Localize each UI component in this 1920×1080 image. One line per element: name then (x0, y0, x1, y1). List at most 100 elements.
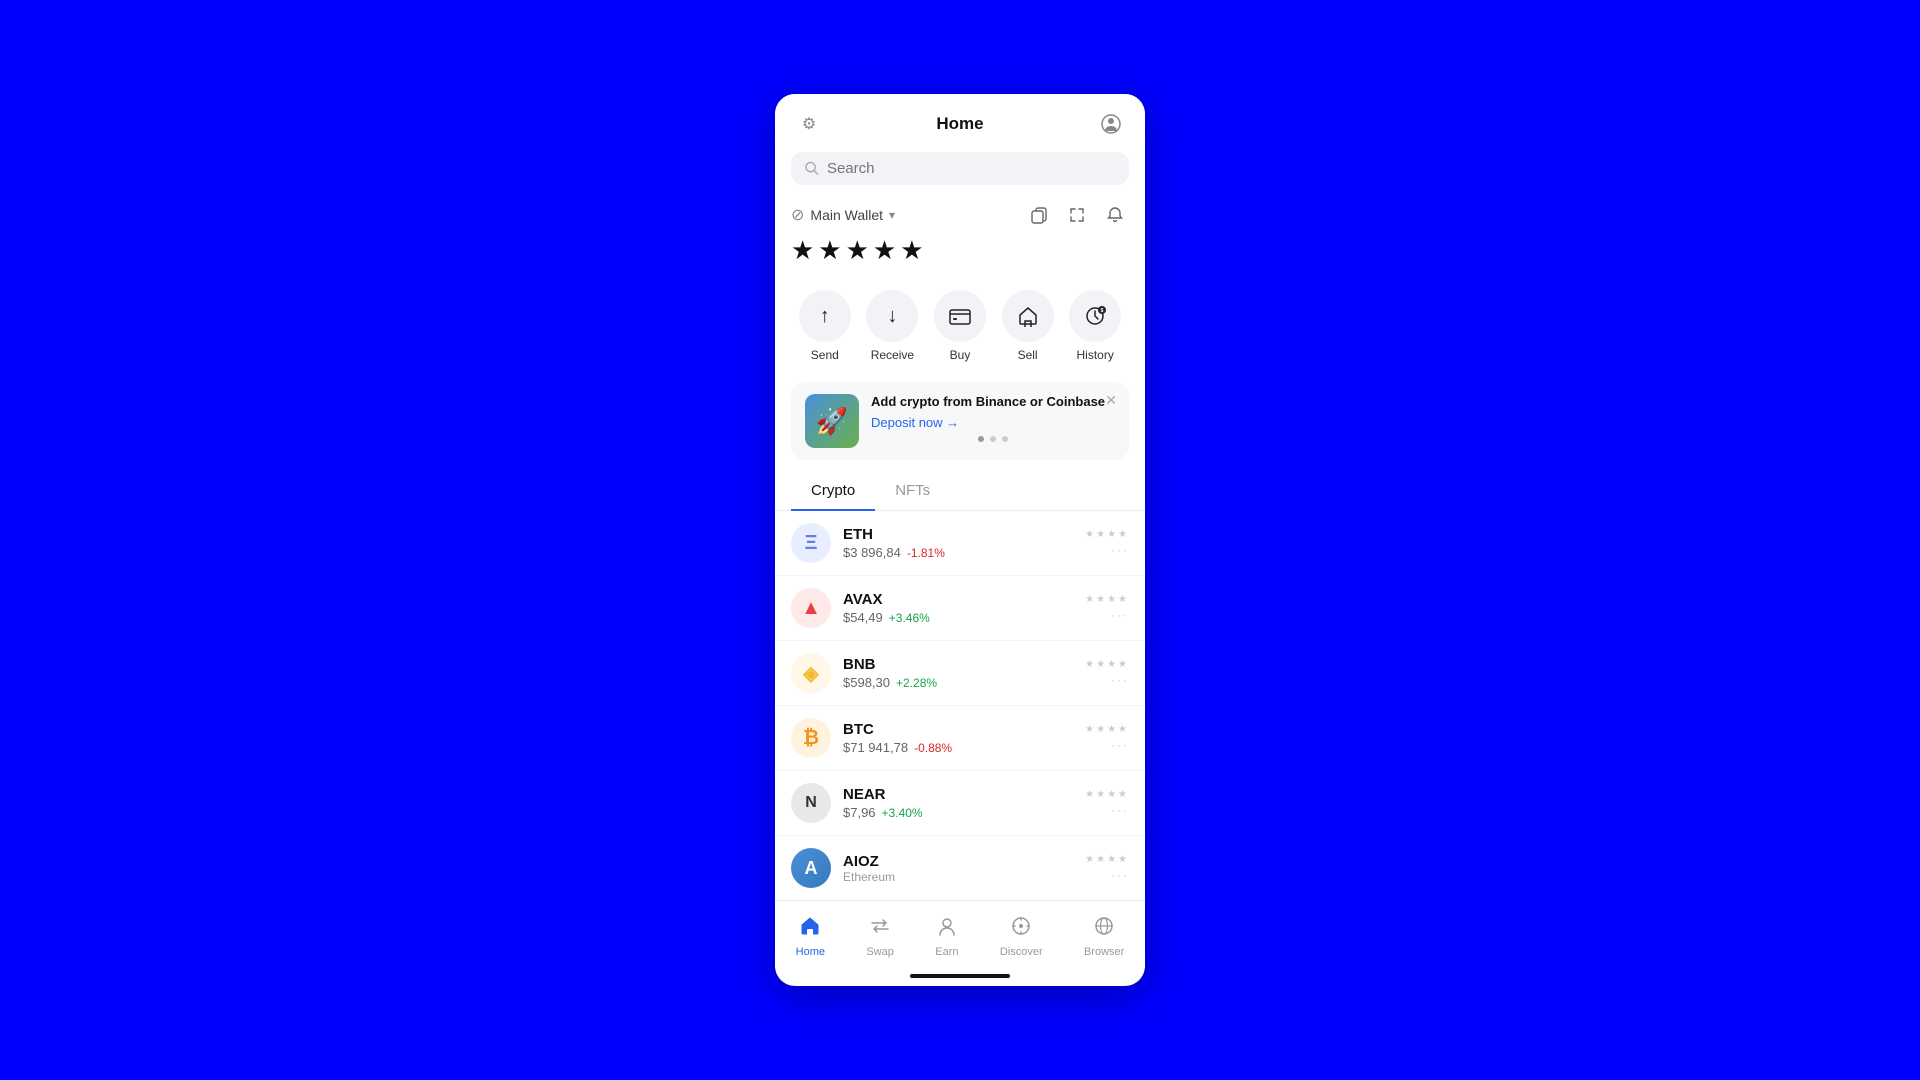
eth-price: $3 896,84 (843, 545, 901, 560)
bell-button[interactable] (1101, 201, 1129, 229)
close-banner-button[interactable]: ✕ (1105, 392, 1117, 409)
banner-title: Add crypto from Binance or Coinbase (871, 394, 1115, 411)
wallet-shield-icon: ⊘ (791, 205, 804, 225)
discover-icon (1010, 915, 1032, 943)
near-symbol: NEAR (843, 786, 1085, 803)
btc-avatar: ₿ (791, 718, 831, 758)
history-icon: $ (1069, 290, 1121, 342)
aioz-stars: ★★★★ (1085, 854, 1129, 865)
list-item[interactable]: N NEAR $7,96 +3.40% ★★★★ ··· (775, 771, 1145, 836)
list-item[interactable]: A AIOZ Ethereum ★★★★ ··· (775, 836, 1145, 900)
sell-icon (1002, 290, 1054, 342)
eth-symbol: ETH (843, 526, 1085, 543)
tab-nfts[interactable]: NFTs (875, 472, 950, 511)
bnb-dots: ··· (1111, 673, 1129, 687)
nav-home-label: Home (796, 946, 825, 958)
avax-stars: ★★★★ (1085, 594, 1129, 605)
avax-avatar: ▲ (791, 588, 831, 628)
eth-right: ★★★★ ··· (1085, 529, 1129, 557)
near-right: ★★★★ ··· (1085, 789, 1129, 817)
profile-button[interactable] (1097, 110, 1125, 138)
wallet-name: Main Wallet (810, 207, 883, 223)
page-title: Home (936, 114, 983, 134)
buy-action[interactable]: Buy (934, 290, 986, 362)
bnb-stars: ★★★★ (1085, 659, 1129, 670)
eth-change: -1.81% (907, 546, 945, 560)
send-action[interactable]: ↑ Send (799, 290, 851, 362)
banner-content: Add crypto from Binance or Coinbase Depo… (871, 394, 1115, 442)
dot-2 (990, 436, 996, 442)
btc-symbol: BTC (843, 721, 1085, 738)
buy-label: Buy (950, 348, 971, 362)
list-item[interactable]: ₿ BTC $71 941,78 -0.88% ★★★★ ··· (775, 706, 1145, 771)
near-change: +3.40% (882, 806, 923, 820)
svg-text:$: $ (1101, 308, 1104, 314)
nav-earn[interactable]: Earn (923, 911, 970, 962)
nav-swap-label: Swap (866, 946, 894, 958)
search-bar[interactable] (791, 152, 1129, 185)
wallet-selector[interactable]: ⊘ Main Wallet ▾ (791, 205, 895, 225)
dot-1 (978, 436, 984, 442)
avax-dots: ··· (1111, 608, 1129, 622)
banner-dots (871, 436, 1115, 442)
eth-price-row: $3 896,84 -1.81% (843, 545, 1085, 560)
bottom-navigation: Home Swap Earn (775, 900, 1145, 968)
aioz-info: AIOZ Ethereum (843, 853, 1085, 884)
send-icon: ↑ (799, 290, 851, 342)
bnb-price-row: $598,30 +2.28% (843, 675, 1085, 690)
bnb-info: BNB $598,30 +2.28% (843, 656, 1085, 690)
eth-info: ETH $3 896,84 -1.81% (843, 526, 1085, 560)
receive-icon: ↓ (866, 290, 918, 342)
btc-price: $71 941,78 (843, 740, 908, 755)
eth-avatar: Ξ (791, 523, 831, 563)
wallet-action-icons (1025, 201, 1129, 229)
btc-price-row: $71 941,78 -0.88% (843, 740, 1085, 755)
copy-wallet-button[interactable] (1025, 201, 1053, 229)
home-indicator (910, 974, 1010, 978)
search-input[interactable] (827, 160, 1115, 177)
nav-browser[interactable]: Browser (1072, 911, 1136, 962)
aioz-symbol: AIOZ (843, 853, 1085, 870)
btc-right: ★★★★ ··· (1085, 724, 1129, 752)
avax-price: $54,49 (843, 610, 883, 625)
actions-row: ↑ Send ↓ Receive Buy (775, 282, 1145, 378)
sell-label: Sell (1018, 348, 1038, 362)
near-avatar: N (791, 783, 831, 823)
nav-discover[interactable]: Discover (988, 911, 1055, 962)
history-action[interactable]: $ History (1069, 290, 1121, 362)
avax-change: +3.46% (889, 611, 930, 625)
list-item[interactable]: ▲ AVAX $54,49 +3.46% ★★★★ ··· (775, 576, 1145, 641)
eth-stars: ★★★★ (1085, 529, 1129, 540)
bnb-price: $598,30 (843, 675, 890, 690)
sell-action[interactable]: Sell (1002, 290, 1054, 362)
deposit-banner[interactable]: 🚀 Add crypto from Binance or Coinbase De… (791, 382, 1129, 460)
avax-price-row: $54,49 +3.46% (843, 610, 1085, 625)
home-icon (799, 915, 821, 943)
tab-crypto[interactable]: Crypto (791, 472, 875, 511)
avax-right: ★★★★ ··· (1085, 594, 1129, 622)
wallet-chevron-icon: ▾ (889, 208, 895, 222)
list-item[interactable]: ◈ BNB $598,30 +2.28% ★★★★ ··· (775, 641, 1145, 706)
list-item[interactable]: Ξ ETH $3 896,84 -1.81% ★★★★ ··· (775, 511, 1145, 576)
btc-change: -0.88% (914, 741, 952, 755)
dot-3 (1002, 436, 1008, 442)
aioz-right: ★★★★ ··· (1085, 854, 1129, 882)
avax-info: AVAX $54,49 +3.46% (843, 591, 1085, 625)
near-price-row: $7,96 +3.40% (843, 805, 1085, 820)
expand-wallet-button[interactable] (1063, 201, 1091, 229)
bnb-right: ★★★★ ··· (1085, 659, 1129, 687)
nav-home[interactable]: Home (784, 911, 837, 962)
aioz-avatar: A (791, 848, 831, 888)
nav-swap[interactable]: Swap (854, 911, 906, 962)
near-dots: ··· (1111, 803, 1129, 817)
nav-discover-label: Discover (1000, 946, 1043, 958)
near-stars: ★★★★ (1085, 789, 1129, 800)
settings-button[interactable]: ⚙ (795, 110, 823, 138)
wallet-row: ⊘ Main Wallet ▾ (775, 197, 1145, 231)
bnb-avatar: ◈ (791, 653, 831, 693)
btc-stars: ★★★★ (1085, 724, 1129, 735)
receive-action[interactable]: ↓ Receive (866, 290, 918, 362)
header: ⚙ Home (775, 94, 1145, 148)
deposit-link[interactable]: Deposit now → (871, 415, 1115, 430)
browser-icon (1093, 915, 1115, 943)
